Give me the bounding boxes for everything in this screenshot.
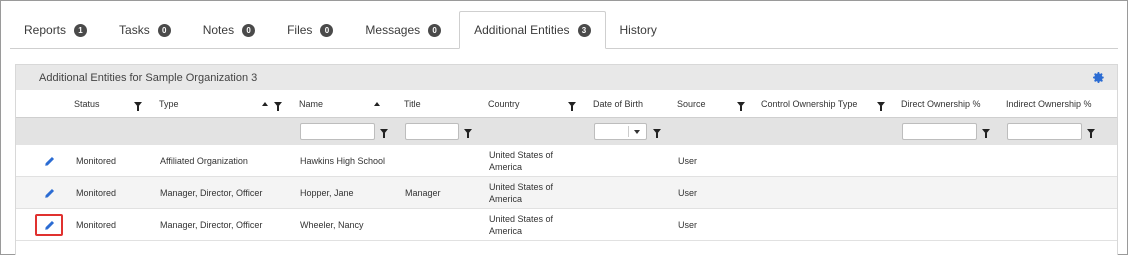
tab-count-badge: 0 xyxy=(428,23,442,37)
tab-history[interactable]: History xyxy=(606,11,671,49)
table-header: Status Type Name Title Country Date of B… xyxy=(16,90,1117,118)
indirect-ownership-filter-input[interactable] xyxy=(1007,123,1082,140)
tab-bar: Reports 1 Tasks 0 Notes 0 Files 0 Messag… xyxy=(10,11,671,49)
name-filter-input[interactable] xyxy=(300,123,375,140)
tab-messages[interactable]: Messages 0 xyxy=(351,11,455,49)
chevron-down-icon xyxy=(634,130,640,134)
tab-label: Additional Entities xyxy=(474,23,570,37)
type-cell: Manager, Director, Officer xyxy=(160,187,263,198)
column-header-status[interactable]: Status xyxy=(74,90,100,118)
tab-count-badge: 3 xyxy=(577,23,591,37)
tab-label: Reports xyxy=(24,23,67,37)
tab-count-badge: 1 xyxy=(74,23,88,37)
column-header-name[interactable]: Name xyxy=(299,90,323,118)
panel-header: Additional Entities for Sample Organizat… xyxy=(16,65,1117,90)
country-line: America xyxy=(489,161,523,172)
edit-pencil-icon[interactable] xyxy=(44,156,55,167)
column-header-title[interactable]: Title xyxy=(404,90,421,118)
edit-pencil-icon[interactable] xyxy=(44,220,55,231)
column-label: Direct Ownership % xyxy=(901,99,981,109)
column-label: Type xyxy=(159,99,179,109)
table-row[interactable]: Monitored Manager, Director, Officer Whe… xyxy=(16,209,1117,241)
column-label: Control Ownership Type xyxy=(761,99,858,109)
column-label: Indirect Ownership % xyxy=(1006,99,1092,109)
tab-label: Files xyxy=(287,23,313,37)
tab-reports[interactable]: Reports 1 xyxy=(10,11,101,49)
filter-icon[interactable] xyxy=(653,118,661,145)
tab-count-badge: 0 xyxy=(320,23,334,37)
column-header-type[interactable]: Type xyxy=(159,90,179,118)
column-label: Source xyxy=(677,99,706,109)
status-cell: Monitored xyxy=(76,187,117,198)
tab-files[interactable]: Files 0 xyxy=(273,11,347,49)
filter-icon[interactable] xyxy=(134,90,142,118)
column-header-control-ownership-type[interactable]: Control Ownership Type xyxy=(761,90,857,118)
title-cell: Manager xyxy=(405,187,441,198)
country-line: America xyxy=(489,193,523,204)
sort-ascending-icon[interactable] xyxy=(262,90,268,118)
column-header-indirect-ownership[interactable]: Indirect Ownership % xyxy=(1006,90,1092,118)
country-line: United States of xyxy=(489,149,554,160)
column-label: Title xyxy=(404,99,421,109)
direct-ownership-filter-input[interactable] xyxy=(902,123,977,140)
column-header-country[interactable]: Country xyxy=(488,90,520,118)
filter-icon[interactable] xyxy=(1087,118,1095,145)
panel-title: Additional Entities for Sample Organizat… xyxy=(39,71,258,84)
filter-row xyxy=(16,118,1117,145)
filter-icon[interactable] xyxy=(737,90,745,118)
status-cell: Monitored xyxy=(76,219,117,230)
tab-tasks[interactable]: Tasks 0 xyxy=(105,11,185,49)
column-header-source[interactable]: Source xyxy=(677,90,706,118)
table-row[interactable]: Monitored Affiliated Organization Hawkin… xyxy=(16,145,1117,177)
country-line: United States of xyxy=(489,181,554,192)
sort-ascending-icon[interactable] xyxy=(374,90,380,118)
tab-label: Notes xyxy=(202,23,235,37)
tab-additional-entities[interactable]: Additional Entities 3 xyxy=(459,11,606,49)
additional-entities-panel: Additional Entities for Sample Organizat… xyxy=(15,64,1118,255)
country-cell: United States of America xyxy=(489,209,553,240)
column-label: Date of Birth xyxy=(593,99,644,109)
filter-icon[interactable] xyxy=(274,90,282,118)
column-label: Country xyxy=(488,99,520,109)
country-line: United States of xyxy=(489,213,554,224)
tab-count-badge: 0 xyxy=(242,23,256,37)
country-cell: United States of America xyxy=(489,145,553,176)
source-cell: User xyxy=(678,187,698,198)
filter-icon[interactable] xyxy=(877,90,885,118)
column-label: Status xyxy=(74,99,100,109)
tab-count-badge: 0 xyxy=(157,23,171,37)
column-header-date-of-birth[interactable]: Date of Birth xyxy=(593,90,643,118)
name-cell: Wheeler, Nancy xyxy=(300,219,364,230)
filter-icon[interactable] xyxy=(982,118,990,145)
table-row[interactable]: Monitored Manager, Director, Officer Hop… xyxy=(16,177,1117,209)
country-cell: United States of America xyxy=(489,177,553,208)
country-line: America xyxy=(489,225,523,236)
source-cell: User xyxy=(678,219,698,230)
column-label: Name xyxy=(299,99,324,109)
filter-icon[interactable] xyxy=(464,118,472,145)
filter-icon[interactable] xyxy=(568,90,576,118)
status-cell: Monitored xyxy=(76,155,117,166)
type-cell: Affiliated Organization xyxy=(160,155,248,166)
tab-notes[interactable]: Notes 0 xyxy=(189,11,269,49)
filter-icon[interactable] xyxy=(380,118,388,145)
type-cell: Manager, Director, Officer xyxy=(160,219,263,230)
edit-pencil-icon[interactable] xyxy=(44,188,55,199)
title-filter-input[interactable] xyxy=(405,123,459,140)
date-of-birth-filter-select[interactable] xyxy=(594,123,647,140)
name-cell: Hawkins High School xyxy=(300,155,386,166)
tab-label: History xyxy=(619,23,657,37)
column-header-direct-ownership[interactable]: Direct Ownership % xyxy=(901,90,981,118)
gear-icon[interactable] xyxy=(1092,71,1105,84)
source-cell: User xyxy=(678,155,698,166)
tab-label: Messages xyxy=(365,23,421,37)
name-cell: Hopper, Jane xyxy=(300,187,354,198)
tab-label: Tasks xyxy=(119,23,150,37)
